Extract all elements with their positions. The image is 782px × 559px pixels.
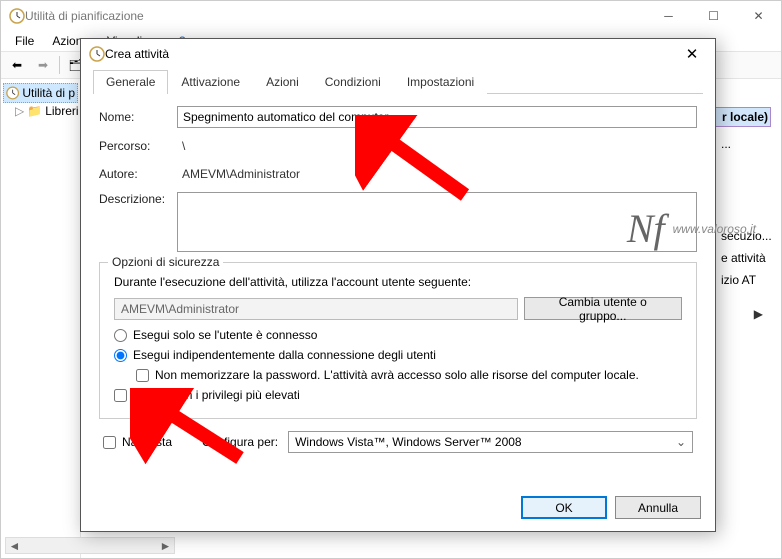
tab-attivazione[interactable]: Attivazione — [168, 70, 253, 94]
radio-run-independent-label: Esegui indipendentemente dalla connessio… — [133, 348, 436, 362]
security-group-title: Opzioni di sicurezza — [108, 255, 223, 269]
horizontal-scrollbar[interactable]: ◄ ► — [5, 537, 175, 554]
forward-button[interactable]: ➡ — [31, 54, 55, 76]
tree-child[interactable]: ▷ 📁 Libreri — [13, 103, 78, 119]
tree-root-label: Utilità di p — [22, 86, 75, 100]
dialog-close-button[interactable]: ✕ — [677, 39, 707, 69]
change-user-button[interactable]: Cambia utente o gruppo... — [524, 297, 682, 320]
parent-titlebar: Utilità di pianificazione ─ ☐ ✕ — [1, 1, 781, 31]
radio-run-independent-input[interactable] — [114, 349, 127, 362]
folder-icon: 📁 — [27, 104, 42, 118]
config-combo[interactable]: Windows Vista™, Windows Server™ 2008 ⌄ — [288, 431, 693, 453]
tab-azioni[interactable]: Azioni — [253, 70, 312, 94]
label-nome: Nome: — [99, 110, 177, 124]
security-groupbox: Opzioni di sicurezza Durante l'esecuzion… — [99, 262, 697, 419]
tab-impostazioni[interactable]: Impostazioni — [394, 70, 487, 94]
radio-run-connected-input[interactable] — [114, 329, 127, 342]
close-button[interactable]: ✕ — [736, 1, 781, 31]
config-combo-value: Windows Vista™, Windows Server™ 2008 — [295, 435, 522, 449]
tab-generale[interactable]: Generale — [93, 70, 168, 94]
tree-root-icon — [6, 85, 19, 101]
value-percorso: \ — [177, 136, 697, 156]
check-no-password-input[interactable] — [136, 369, 149, 382]
radio-run-connected-label: Esegui solo se l'utente è connesso — [133, 328, 317, 342]
actions-item-2[interactable]: e attività — [715, 249, 771, 267]
input-nome[interactable] — [177, 106, 697, 128]
config-label: Configura per: — [202, 435, 278, 449]
actions-header: r locale) — [715, 107, 771, 127]
minimize-button[interactable]: ─ — [646, 1, 691, 31]
security-account-value: AMEVM\Administrator — [114, 298, 518, 320]
tree-child-label: Libreri — [45, 104, 78, 118]
security-account-line: Durante l'esecuzione dell'attività, util… — [114, 275, 682, 289]
check-elevated-label: Esegui con i privilegi più elevati — [133, 388, 300, 402]
tab-strip: Generale Attivazione Azioni Condizioni I… — [93, 69, 703, 94]
label-percorso: Percorso: — [99, 139, 177, 153]
tree-root[interactable]: Utilità di p — [3, 83, 78, 103]
value-autore: AMEVM\Administrator — [177, 164, 697, 184]
dialog-titlebar: Crea attività ✕ — [81, 39, 715, 69]
create-task-dialog: Crea attività ✕ Generale Attivazione Azi… — [80, 38, 716, 532]
tab-condizioni[interactable]: Condizioni — [312, 70, 394, 94]
menu-file[interactable]: File — [7, 32, 42, 50]
input-descrizione[interactable] — [177, 192, 697, 252]
check-hidden-label: Nascosta — [122, 435, 172, 449]
app-icon — [9, 8, 25, 24]
label-descrizione: Descrizione: — [99, 192, 177, 206]
window-controls: ─ ☐ ✕ — [646, 1, 781, 31]
dialog-icon — [89, 46, 105, 62]
dialog-title: Crea attività — [105, 47, 677, 61]
back-button[interactable]: ⬅ — [5, 54, 29, 76]
check-hidden-input[interactable] — [103, 436, 116, 449]
check-no-password[interactable]: Non memorizzare la password. L'attività … — [136, 368, 682, 382]
actions-item-3[interactable]: izio AT — [715, 271, 771, 289]
parent-title: Utilità di pianificazione — [25, 9, 646, 23]
bottom-row: Nascosta Configura per: Windows Vista™, … — [99, 431, 697, 453]
toolbar-separator — [59, 56, 60, 74]
tab-page-generale: Nome: Percorso: \ Autore: AMEVM\Administ… — [81, 94, 715, 465]
scroll-left-icon[interactable]: ◄ — [6, 539, 23, 553]
check-elevated-input[interactable] — [114, 389, 127, 402]
tree-panel: Utilità di p ▷ 📁 Libreri — [1, 79, 81, 558]
check-hidden[interactable]: Nascosta — [103, 435, 172, 449]
actions-item-0[interactable]: ... — [715, 135, 771, 153]
check-elevated[interactable]: Esegui con i privilegi più elevati — [114, 388, 682, 402]
check-no-password-label: Non memorizzare la password. L'attività … — [155, 368, 639, 382]
dialog-buttons: OK Annulla — [521, 496, 701, 519]
maximize-button[interactable]: ☐ — [691, 1, 736, 31]
scroll-right-icon[interactable]: ► — [157, 539, 174, 553]
actions-item-1[interactable]: secuzio... — [715, 227, 771, 245]
label-autore: Autore: — [99, 167, 177, 181]
expand-arrow-icon[interactable]: ▶ — [754, 307, 763, 321]
expand-icon[interactable]: ▷ — [15, 104, 24, 118]
radio-run-independent[interactable]: Esegui indipendentemente dalla connessio… — [114, 348, 682, 362]
cancel-button[interactable]: Annulla — [615, 496, 701, 519]
ok-button[interactable]: OK — [521, 496, 607, 519]
chevron-down-icon: ⌄ — [676, 435, 686, 449]
radio-run-connected[interactable]: Esegui solo se l'utente è connesso — [114, 328, 682, 342]
